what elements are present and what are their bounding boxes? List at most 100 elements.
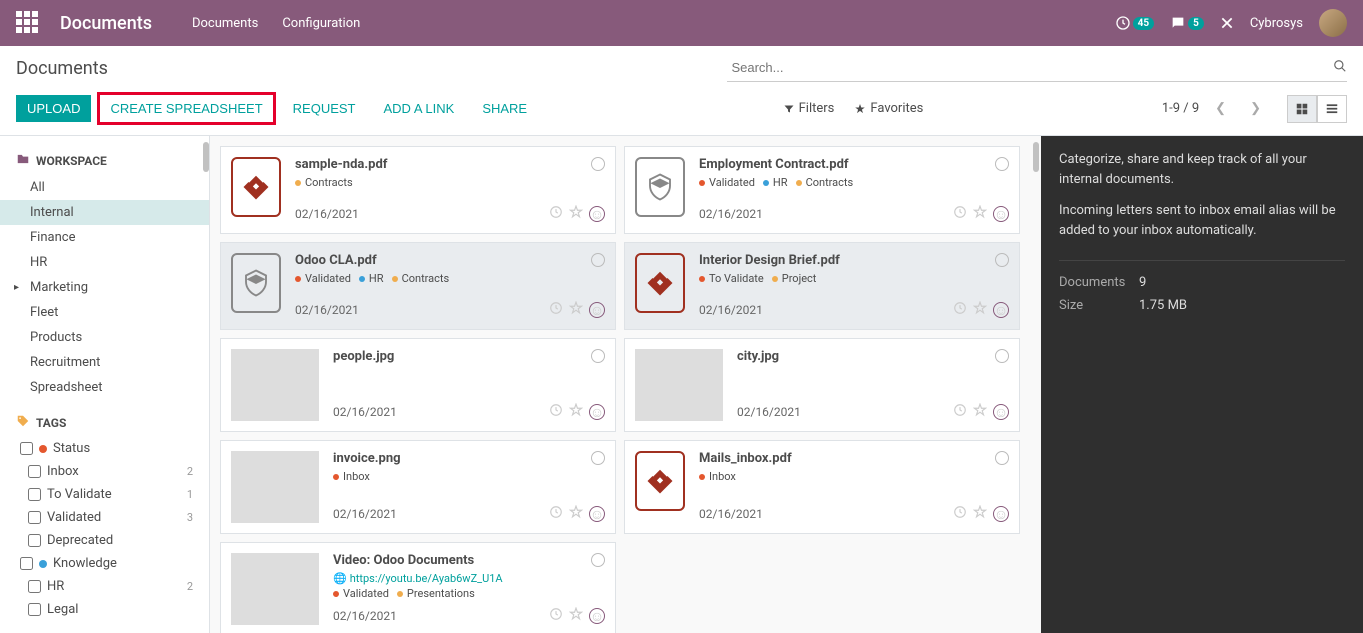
workspace-item-all[interactable]: All: [0, 175, 209, 200]
activity-icon[interactable]: [953, 301, 967, 319]
tag-checkbox[interactable]: [28, 488, 41, 501]
apps-menu-icon[interactable]: [16, 11, 40, 35]
favorite-icon[interactable]: [569, 205, 583, 223]
tag-checkbox[interactable]: [28, 603, 41, 616]
search-bar[interactable]: [727, 54, 1347, 82]
activity-icon[interactable]: [953, 205, 967, 223]
select-circle[interactable]: [995, 349, 1009, 363]
tag-item-to-validate[interactable]: To Validate1: [0, 483, 209, 506]
tag-checkbox[interactable]: [28, 580, 41, 593]
owner-avatar-icon[interactable]: ☺: [589, 506, 605, 522]
document-url[interactable]: 🌐https://youtu.be/Ayab6wZ_U1A: [333, 572, 605, 585]
document-card[interactable]: Video: Odoo Documents🌐https://youtu.be/A…: [220, 542, 616, 633]
document-card[interactable]: Odoo CLA.pdfValidatedHRContracts02/16/20…: [220, 242, 616, 330]
favorite-icon[interactable]: [569, 403, 583, 421]
owner-avatar-icon[interactable]: ☺: [589, 302, 605, 318]
activity-icon[interactable]: [549, 505, 563, 523]
select-circle[interactable]: [591, 451, 605, 465]
kanban-view-button[interactable]: [1287, 95, 1317, 123]
workspace-item-fleet[interactable]: Fleet: [0, 300, 209, 325]
owner-avatar-icon[interactable]: ☺: [993, 506, 1009, 522]
document-card[interactable]: Employment Contract.pdfValidatedHRContra…: [624, 146, 1020, 234]
workspace-item-finance[interactable]: Finance: [0, 225, 209, 250]
debug-icon[interactable]: [1220, 16, 1234, 30]
activity-icon[interactable]: [953, 403, 967, 421]
workspace-item-spreadsheet[interactable]: Spreadsheet: [0, 375, 209, 400]
activity-icon[interactable]: [549, 301, 563, 319]
activity-icon[interactable]: [549, 205, 563, 223]
username[interactable]: Cybrosys: [1250, 16, 1303, 31]
tag-item-validated[interactable]: Validated3: [0, 506, 209, 529]
tag-group-checkbox[interactable]: [20, 442, 33, 455]
favorite-icon[interactable]: [569, 301, 583, 319]
globe-icon: 🌐: [333, 572, 347, 585]
search-input[interactable]: [727, 58, 1333, 77]
favorite-icon[interactable]: [973, 205, 987, 223]
favorite-icon[interactable]: [569, 607, 583, 625]
tag-group-knowledge[interactable]: Knowledge: [0, 552, 209, 575]
select-circle[interactable]: [591, 349, 605, 363]
document-card[interactable]: invoice.pngInbox02/16/2021☺: [220, 440, 616, 534]
document-card[interactable]: people.jpg02/16/2021☺: [220, 338, 616, 432]
list-view-button[interactable]: [1317, 95, 1347, 123]
content-scrollbar[interactable]: [1033, 142, 1039, 172]
workspace-item-hr[interactable]: HR: [0, 250, 209, 275]
upload-button[interactable]: UPLOAD: [16, 95, 91, 122]
favorite-icon[interactable]: [973, 403, 987, 421]
pager-next[interactable]: ❯: [1242, 97, 1269, 120]
select-circle[interactable]: [591, 553, 605, 567]
nav-configuration[interactable]: Configuration: [282, 16, 360, 31]
pdf-icon: [635, 451, 685, 511]
workspace-item-internal[interactable]: Internal: [0, 200, 209, 225]
activity-icon[interactable]: [549, 403, 563, 421]
owner-avatar-icon[interactable]: ☺: [993, 302, 1009, 318]
nav-documents[interactable]: Documents: [192, 16, 258, 31]
favorite-icon[interactable]: [569, 505, 583, 523]
video-thumbnail: [231, 553, 319, 625]
favorite-icon[interactable]: [973, 301, 987, 319]
select-circle[interactable]: [995, 451, 1009, 465]
favorites-dropdown[interactable]: Favorites: [854, 101, 923, 116]
workspace-item-products[interactable]: Products: [0, 325, 209, 350]
filters-dropdown[interactable]: Filters: [783, 101, 835, 116]
messages-icon[interactable]: 5: [1170, 15, 1204, 31]
tag-text: Validated: [709, 176, 755, 189]
tag-item-inbox[interactable]: Inbox2: [0, 460, 209, 483]
select-circle[interactable]: [995, 253, 1009, 267]
tag-checkbox[interactable]: [28, 511, 41, 524]
owner-avatar-icon[interactable]: ☺: [993, 206, 1009, 222]
tag-item-deprecated[interactable]: Deprecated: [0, 529, 209, 552]
activity-icon[interactable]: 45: [1115, 15, 1154, 31]
tag-checkbox[interactable]: [28, 465, 41, 478]
select-circle[interactable]: [995, 157, 1009, 171]
owner-avatar-icon[interactable]: ☺: [589, 608, 605, 624]
owner-avatar-icon[interactable]: ☺: [993, 404, 1009, 420]
user-avatar[interactable]: [1319, 9, 1347, 37]
tag-checkbox[interactable]: [28, 534, 41, 547]
sidebar-scrollbar[interactable]: [203, 142, 209, 172]
owner-avatar-icon[interactable]: ☺: [589, 206, 605, 222]
add-link-button[interactable]: ADD A LINK: [373, 95, 466, 122]
share-button[interactable]: SHARE: [471, 95, 538, 122]
document-card[interactable]: Interior Design Brief.pdfTo ValidateProj…: [624, 242, 1020, 330]
favorite-icon[interactable]: [973, 505, 987, 523]
document-card[interactable]: city.jpg02/16/2021☺: [624, 338, 1020, 432]
tag-group-status[interactable]: Status: [0, 437, 209, 460]
tag-group-checkbox[interactable]: [20, 557, 33, 570]
owner-avatar-icon[interactable]: ☺: [589, 404, 605, 420]
workspace-item-recruitment[interactable]: Recruitment: [0, 350, 209, 375]
folder-icon: [16, 152, 30, 169]
select-circle[interactable]: [591, 253, 605, 267]
select-circle[interactable]: [591, 157, 605, 171]
activity-icon[interactable]: [953, 505, 967, 523]
tag-item-legal[interactable]: Legal: [0, 598, 209, 621]
request-button[interactable]: REQUEST: [282, 95, 367, 122]
activity-icon[interactable]: [549, 607, 563, 625]
document-card[interactable]: Mails_inbox.pdfInbox02/16/2021☺: [624, 440, 1020, 534]
workspace-item-marketing[interactable]: ▸Marketing: [0, 275, 209, 300]
create-spreadsheet-button[interactable]: CREATE SPREADSHEET: [97, 92, 275, 125]
pager-prev[interactable]: ❮: [1207, 97, 1234, 120]
search-icon[interactable]: [1333, 59, 1347, 77]
document-card[interactable]: sample-nda.pdfContracts02/16/2021☺: [220, 146, 616, 234]
tag-item-hr[interactable]: HR2: [0, 575, 209, 598]
